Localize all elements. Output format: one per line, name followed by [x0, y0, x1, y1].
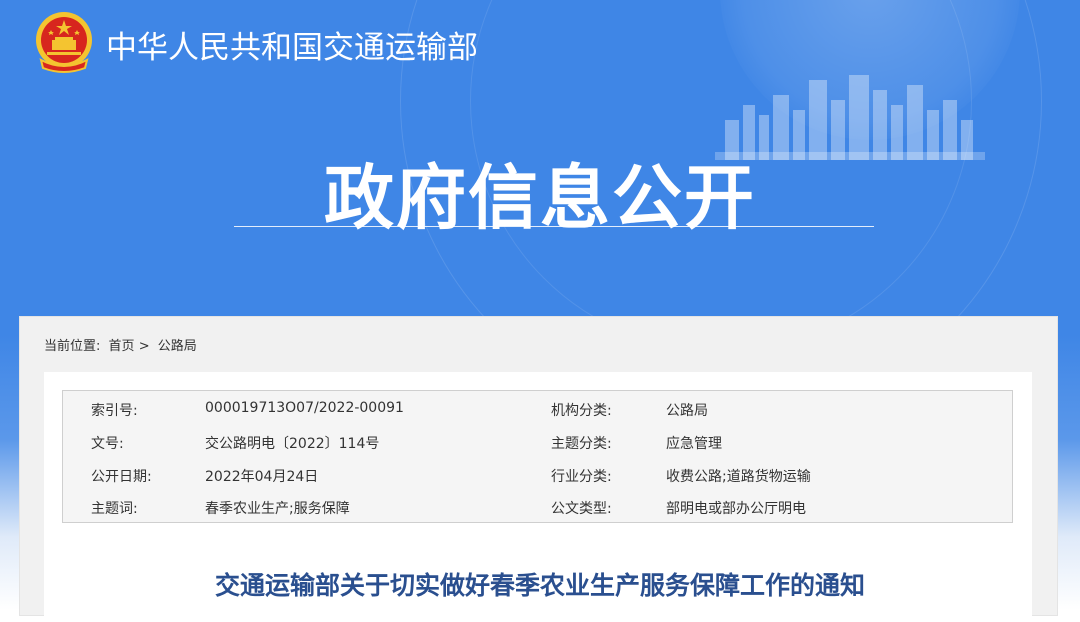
meta-value-doc-type: 部明电或部办公厅明电: [666, 501, 806, 517]
breadcrumb-highway-bureau-link[interactable]: 公路局: [158, 339, 197, 354]
breadcrumb-separator: >: [138, 339, 150, 354]
breadcrumb-home-link[interactable]: 首页: [109, 339, 135, 354]
banner-divider: [234, 226, 874, 227]
meta-label-doc-type: 公文类型:: [551, 501, 612, 517]
document-metadata-table: 索引号: 000019713O07/2022-00091 机构分类: 公路局 文…: [62, 390, 1013, 523]
ministry-name: 中华人民共和国交通运输部: [106, 30, 478, 66]
meta-label-organization: 机构分类:: [551, 403, 612, 419]
breadcrumb: 当前位置: 首页 > 公路局: [44, 335, 197, 354]
meta-label-index: 索引号:: [91, 403, 138, 419]
national-emblem-icon: [36, 12, 92, 73]
meta-value-keywords: 春季农业生产;服务保障: [205, 501, 350, 517]
meta-value-topic: 应急管理: [666, 436, 722, 452]
banner-title: 政府信息公开: [324, 157, 756, 239]
meta-value-organization: 公路局: [666, 403, 708, 419]
meta-value-publish-date: 2022年04月24日: [205, 469, 319, 485]
meta-value-industry: 收费公路;道路货物运输: [666, 469, 811, 485]
meta-value-index: 000019713O07/2022-00091: [205, 400, 404, 416]
document-title: 交通运输部关于切实做好春季农业生产服务保障工作的通知: [214, 571, 865, 600]
meta-label-publish-date: 公开日期:: [91, 469, 152, 485]
breadcrumb-label: 当前位置:: [44, 339, 101, 354]
meta-value-doc-number: 交公路明电〔2022〕114号: [205, 436, 380, 452]
meta-label-topic: 主题分类:: [551, 436, 612, 452]
meta-label-industry: 行业分类:: [551, 469, 612, 485]
meta-label-doc-number: 文号:: [91, 436, 124, 452]
meta-label-keywords: 主题词:: [91, 501, 138, 517]
